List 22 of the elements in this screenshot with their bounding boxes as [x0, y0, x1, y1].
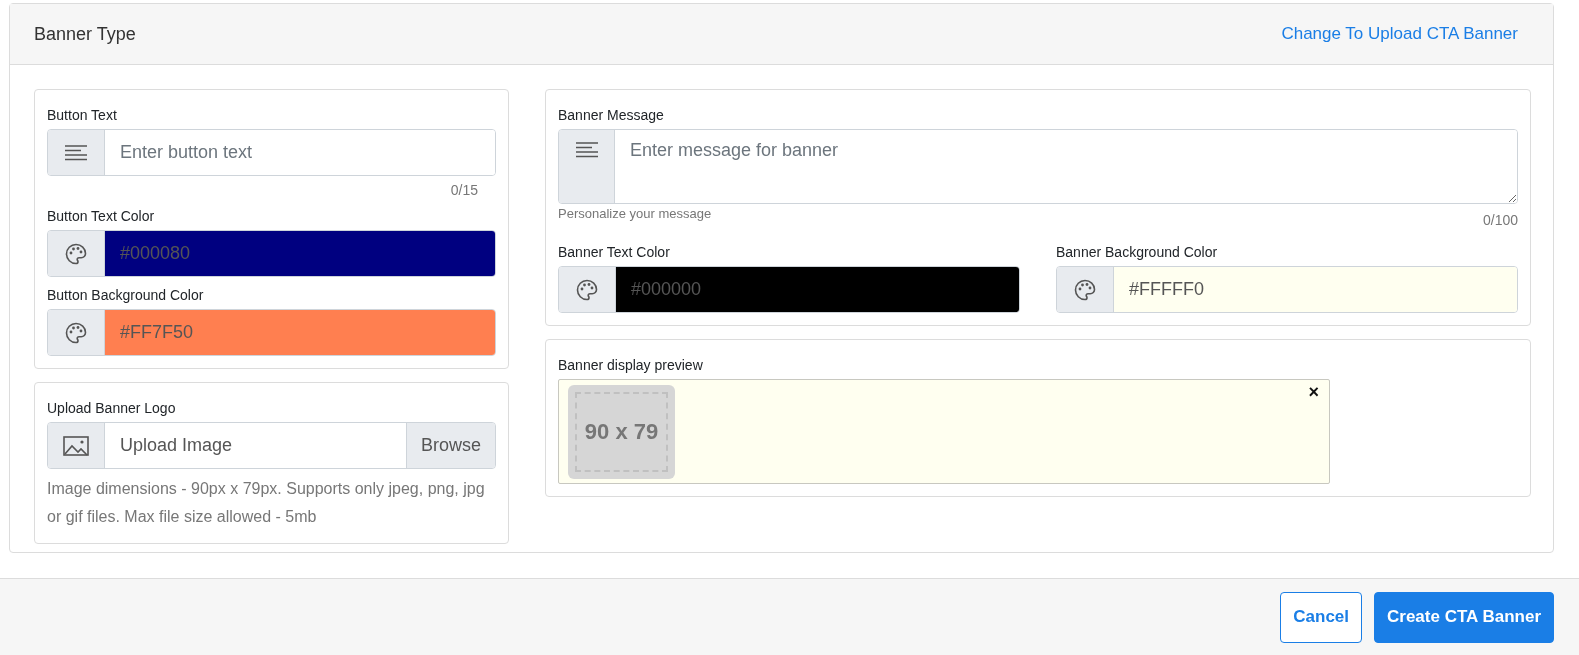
image-dimensions: 90 x 79 [584, 419, 659, 445]
text-lines-icon [65, 144, 87, 161]
footer-button[interactable]: Cancel [1280, 591, 1362, 643]
character-counter: 0/15 [450, 182, 478, 198]
field-label: Banner display preview [558, 357, 704, 373]
character-counter: 0/100 [1482, 212, 1518, 228]
hint-text: Personalize your message [558, 206, 712, 223]
change-banner-link[interactable]: Change To Upload CTA Banner [1281, 24, 1518, 44]
field-label: Button Text Color [47, 208, 156, 224]
help-text: Image dimensions - 90px x 79px. Supports only jpeg, png, jpg or gif files. Max file size allowed - 5mb [47, 479, 486, 527]
footer-button[interactable]: Create CTA Banner [1374, 591, 1554, 643]
message-field[interactable]: Enter message for banner [558, 129, 1518, 204]
field-label: Button Background Color [47, 287, 205, 303]
field-label: Banner Message [558, 107, 665, 123]
button-text-field[interactable]: Enter button text [47, 129, 496, 176]
field-label: Banner Text Color [558, 244, 671, 260]
field-label: Upload Banner Logo [47, 400, 177, 416]
section-title: Banner Type [34, 23, 136, 45]
field-label: Button Text [47, 107, 118, 123]
field-label: Banner Background Color [1056, 244, 1219, 260]
close-button[interactable]: × [1308, 382, 1319, 403]
text-lines-icon [575, 142, 598, 158]
